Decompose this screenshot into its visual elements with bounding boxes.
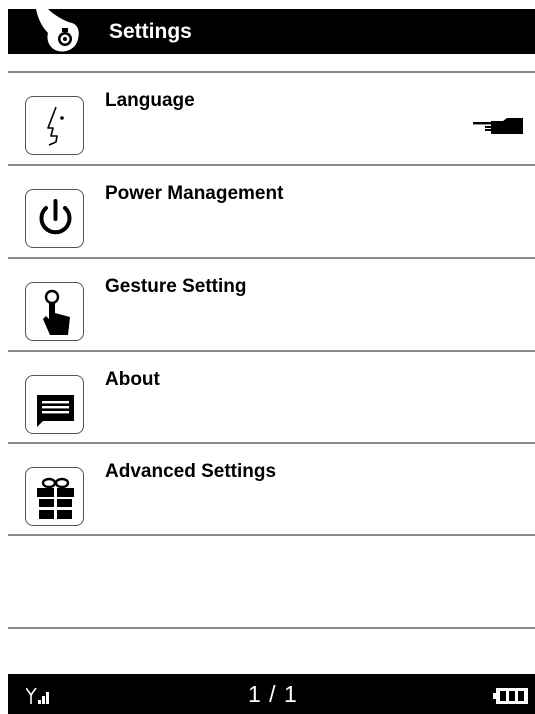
menu-item-advanced-settings[interactable]: Advanced Settings — [8, 444, 535, 536]
touch-finger-icon — [25, 282, 84, 341]
home-hand-icon[interactable] — [34, 9, 84, 54]
power-icon — [25, 189, 84, 248]
menu-item-power-management[interactable]: Power Management — [8, 166, 535, 258]
status-bar: 1 / 1 — [8, 674, 535, 714]
divider — [8, 534, 535, 536]
pointing-hand-icon — [473, 118, 523, 139]
battery-icon — [493, 688, 529, 709]
menu-item-about[interactable]: About — [8, 352, 535, 444]
divider — [8, 627, 535, 629]
title-bar: Settings — [8, 9, 535, 54]
gift-icon — [25, 467, 84, 526]
signal-icon — [25, 687, 52, 709]
menu-item-language[interactable]: Language — [8, 73, 535, 165]
menu-item-label: Gesture Setting — [105, 276, 247, 297]
message-icon — [25, 375, 84, 434]
menu-item-gesture-setting[interactable]: Gesture Setting — [8, 259, 535, 351]
page-indicator: 1 / 1 — [248, 681, 298, 707]
menu-item-label: About — [105, 369, 160, 390]
page-title: Settings — [109, 20, 192, 43]
face-profile-icon — [25, 96, 84, 155]
menu-item-label: Power Management — [105, 183, 284, 204]
menu-item-label: Advanced Settings — [105, 461, 277, 482]
menu-item-label: Language — [105, 90, 195, 111]
